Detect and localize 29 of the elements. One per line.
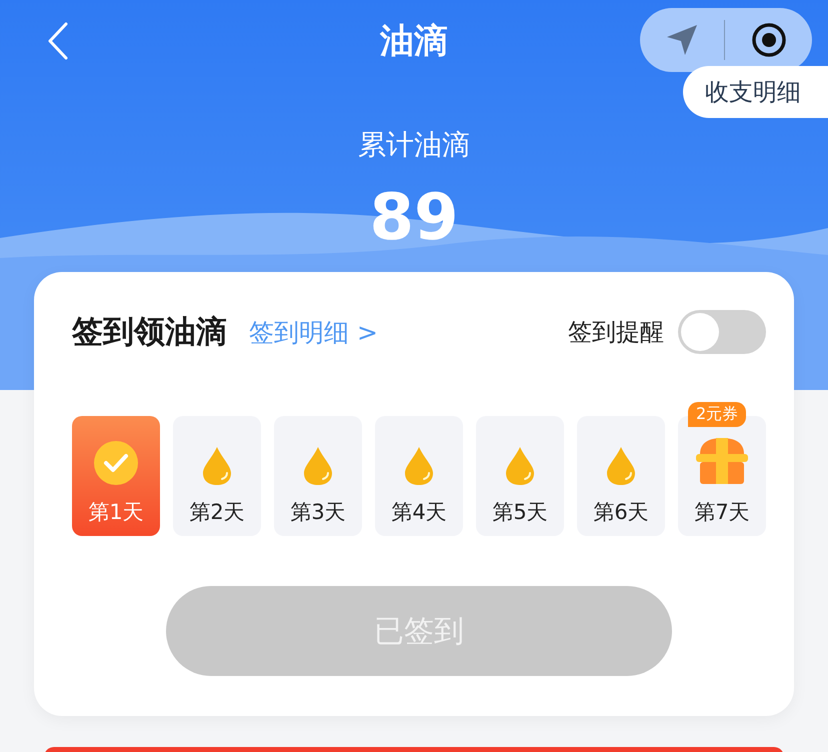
ledger-link[interactable]: 收支明细	[683, 66, 828, 118]
oil-drop-icon	[404, 446, 434, 486]
coupon-badge: 2元券	[688, 402, 746, 427]
day-label: 第4天	[391, 499, 447, 526]
page-title: 油滴	[378, 20, 449, 63]
day-label: 第2天	[189, 499, 245, 526]
target-icon[interactable]	[751, 22, 788, 58]
day-label: 第5天	[492, 499, 548, 526]
oil-drop-icon	[202, 446, 232, 486]
card-title: 签到领油滴	[72, 313, 227, 352]
back-icon[interactable]	[46, 21, 70, 61]
treasure-chest-icon	[694, 436, 750, 486]
navigation-arrow-icon[interactable]	[664, 23, 699, 57]
check-icon	[93, 440, 139, 486]
day-label: 第6天	[593, 499, 649, 526]
day-tile[interactable]: 第5天	[476, 416, 564, 536]
oil-drop-icon	[303, 446, 333, 486]
oil-drop-icon	[505, 446, 535, 486]
oil-drop-icon	[606, 446, 636, 486]
day-tile[interactable]: 第3天	[274, 416, 362, 536]
day-tile[interactable]: 第4天	[375, 416, 463, 536]
reminder-toggle[interactable]	[678, 310, 766, 354]
day-label: 第1天	[88, 499, 144, 526]
day-label: 第7天	[694, 499, 750, 526]
day-label: 第3天	[290, 499, 346, 526]
total-label: 累计油滴	[358, 127, 470, 163]
reminder-label: 签到提醒	[568, 317, 664, 348]
day-tile[interactable]: 第2天	[173, 416, 261, 536]
day-tile[interactable]: 第6天	[577, 416, 665, 536]
